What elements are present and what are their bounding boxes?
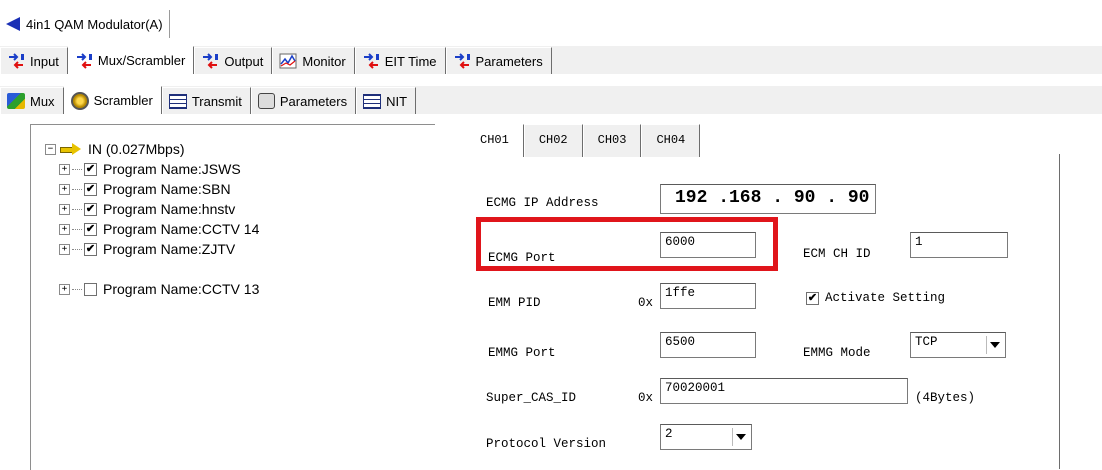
program-name: Program Name:CCTV 14 [103,221,260,237]
emmg-mode-value: TCP [915,335,938,349]
input-arrow-icon [60,143,82,155]
program-checkbox-unchecked[interactable] [84,282,97,296]
scrambler-icon [70,91,89,110]
program-name: Program Name:hnstv [103,201,236,217]
tree-item[interactable]: + ✔ Program Name:ZJTV [59,239,235,259]
expand-icon[interactable]: + [59,183,70,195]
tab-output[interactable]: Output [194,47,273,74]
highlight-box [476,217,778,271]
tab-ch02[interactable]: CH02 [523,124,583,157]
sub-tab-bar: Mux Scrambler Transmit Parameters NIT [0,86,1102,114]
tab-parameters-label: Parameters [475,53,543,69]
tree-item[interactable]: + ✔ Program Name:hnstv [59,199,235,219]
activate-setting-label: Activate Setting [825,291,946,305]
tree-item[interactable]: + Program Name:CCTV 13 [59,279,259,299]
tree-item[interactable]: + ✔ Program Name:CCTV 14 [59,219,259,239]
subtab-mux[interactable]: Mux [0,87,64,114]
back-arrow-icon[interactable] [6,17,20,31]
subtab-parameters[interactable]: Parameters [250,87,357,114]
subtab-transmit[interactable]: Transmit [161,87,251,114]
tab-ch01[interactable]: CH01 [465,124,524,157]
program-checkbox[interactable]: ✔ [84,162,97,176]
tab-ch04[interactable]: CH04 [641,124,701,157]
emm-pid-input[interactable]: 1ffe [660,283,756,309]
output-icon [203,53,219,69]
tab-monitor-label: Monitor [302,53,346,69]
mux-scrambler-icon [76,52,92,69]
channel-tab-bar: CH01 CH02 CH03 CH04 [465,124,701,157]
channel-panel: CH01 CH02 CH03 CH04 [465,124,1065,469]
tab-eit-time[interactable]: EIT Time [354,47,446,74]
tree-root[interactable]: − IN (0.027Mbps) [45,139,184,159]
ecmg-ip-label: ECMG IP Address [486,196,599,210]
tab-output-label: Output [224,53,264,69]
chevron-down-icon[interactable] [986,336,1003,354]
transmit-grid-icon [168,93,187,109]
subtab-nit[interactable]: NIT [356,87,417,114]
emmg-port-input[interactable]: 6500 [660,332,756,358]
expand-icon[interactable]: + [59,243,70,255]
emm-pid-prefix: 0x [638,296,654,310]
emmg-mode-label: EMMG Mode [803,346,871,360]
emmg-mode-select[interactable]: TCP [910,332,1006,358]
tree-item[interactable]: + ✔ Program Name:SBN [59,179,231,199]
tab-monitor[interactable]: Monitor [272,47,355,74]
program-name: Program Name:CCTV 13 [103,281,260,297]
top-tab-bar: Input Mux/Scrambler Output Monitor EIT T… [0,46,1102,74]
tab-input-label: Input [30,53,59,69]
expand-icon[interactable]: + [59,203,70,215]
activate-check-icon[interactable]: ✔ [806,291,819,305]
emm-pid-label: EMM PID [488,296,541,310]
program-checkbox[interactable]: ✔ [84,242,97,256]
subtab-transmit-label: Transmit [191,93,242,109]
collapse-icon[interactable]: − [45,143,56,155]
program-name: Program Name:ZJTV [103,241,236,257]
window-title: 4in1 QAM Modulator(A) [26,16,163,32]
protocol-version-select[interactable]: 2 [660,424,752,450]
chevron-down-icon[interactable] [732,428,749,446]
subtab-nit-label: NIT [386,93,408,109]
activate-setting-checkbox[interactable]: ✔ Activate Setting [806,291,945,305]
program-checkbox[interactable]: ✔ [84,182,97,196]
protocol-version-value: 2 [665,427,673,441]
ecmg-ip-input[interactable]: 192 .168 . 90 . 90 [660,184,876,214]
program-checkbox[interactable]: ✔ [84,202,97,216]
expand-icon[interactable]: + [59,223,70,235]
mux-icon [7,93,25,109]
monitor-chart-icon [279,53,297,69]
program-checkbox[interactable]: ✔ [84,222,97,236]
program-name: Program Name:JSWS [103,161,241,177]
subtab-mux-label: Mux [30,93,55,109]
window-title-tab[interactable]: 4in1 QAM Modulator(A) [0,10,170,38]
eit-time-icon [363,53,379,69]
protocol-version-label: Protocol Version [486,437,607,451]
subtab-scrambler-label: Scrambler [93,93,153,108]
tree-root-label: IN (0.027Mbps) [88,141,185,157]
tab-mux-scrambler[interactable]: Mux/Scrambler [67,46,195,74]
subtab-parameters-label: Parameters [279,93,348,109]
parameters-device-icon [257,93,275,109]
tab-mux-scrambler-label: Mux/Scrambler [97,53,186,68]
tab-eit-time-label: EIT Time [384,53,437,69]
expand-icon[interactable]: + [59,163,70,175]
parameters-icon [454,53,470,69]
input-icon [9,53,24,69]
ecm-ch-id-label: ECM CH ID [803,247,871,261]
ecm-ch-id-input[interactable]: 1 [910,232,1008,258]
subtab-scrambler[interactable]: Scrambler [63,86,162,114]
program-tree[interactable]: − IN (0.027Mbps) + ✔ Program Name:JSWS +… [30,124,435,470]
super-cas-id-suffix: (4Bytes) [915,391,976,405]
window-titlebar: 4in1 QAM Modulator(A) [0,0,1102,40]
tab-ch03[interactable]: CH03 [582,124,642,157]
super-cas-id-input[interactable]: 70020001 [660,378,908,404]
program-name: Program Name:SBN [103,181,231,197]
tab-parameters[interactable]: Parameters [445,47,552,74]
expand-icon[interactable]: + [59,283,70,295]
tab-input[interactable]: Input [0,47,68,74]
emmg-port-label: EMMG Port [488,346,556,360]
super-cas-id-label: Super_CAS_ID [486,391,577,405]
nit-grid-icon [363,93,382,109]
super-cas-id-prefix: 0x [638,391,654,405]
tree-item[interactable]: + ✔ Program Name:JSWS [59,159,241,179]
